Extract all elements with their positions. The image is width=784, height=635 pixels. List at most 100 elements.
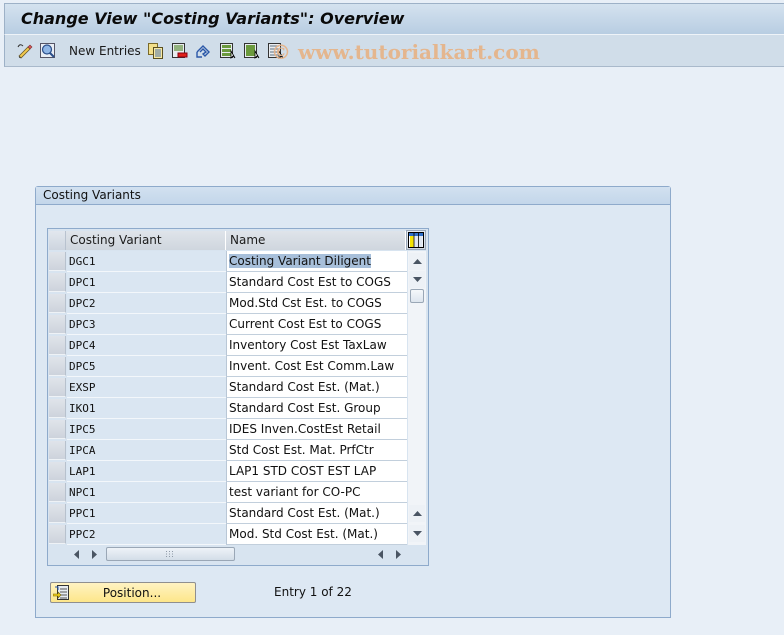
page-down-button[interactable] bbox=[409, 525, 425, 542]
costing-variant-cell: IKO1 bbox=[67, 398, 226, 419]
table-row: EXSP Standard Cost Est. (Mat.) bbox=[48, 377, 408, 398]
name-cell[interactable]: LAP1 STD COST EST LAP bbox=[226, 461, 407, 482]
application-toolbar: New Entries © www.tutorialkart.com bbox=[4, 34, 784, 67]
scroll-left-button[interactable] bbox=[68, 546, 84, 562]
arrow-down-icon bbox=[412, 531, 422, 536]
horizontal-scroll-thumb[interactable] bbox=[106, 547, 235, 561]
page-up-button[interactable] bbox=[409, 505, 425, 522]
costing-variant-cell: NPC1 bbox=[67, 482, 226, 503]
select-all-rows-button[interactable] bbox=[49, 231, 66, 250]
costing-variant-cell: DPC2 bbox=[67, 293, 226, 314]
arrow-up-icon bbox=[412, 511, 422, 516]
table-header: Costing Variant Name bbox=[48, 229, 428, 251]
row-selector[interactable] bbox=[49, 294, 66, 313]
page-title: Change View "Costing Variants": Overview bbox=[21, 9, 405, 28]
name-cell[interactable]: IDES Inven.CostEst Retail bbox=[226, 419, 407, 440]
entry-counter: Entry 1 of 22 bbox=[274, 585, 352, 599]
table-row: IPCA Std Cost Est. Mat. PrfCtr bbox=[48, 440, 408, 461]
costing-variant-cell: PPC2 bbox=[67, 524, 226, 545]
column-header-name[interactable]: Name bbox=[226, 231, 406, 250]
name-cell[interactable]: test variant for CO-PC bbox=[226, 482, 407, 503]
row-selector[interactable] bbox=[49, 399, 66, 418]
where-used-icon[interactable] bbox=[39, 42, 56, 59]
table-row: NPC1 test variant for CO-PC bbox=[48, 482, 408, 503]
costing-variant-cell: IPCA bbox=[67, 440, 226, 461]
arrow-left-icon bbox=[73, 549, 79, 559]
name-cell[interactable]: Mod. Std Cost Est. (Mat.) bbox=[226, 524, 407, 545]
row-selector[interactable] bbox=[49, 483, 66, 502]
row-selector[interactable] bbox=[49, 315, 66, 334]
row-selector[interactable] bbox=[49, 336, 66, 355]
name-scroll-right-button[interactable] bbox=[390, 546, 406, 562]
name-cell[interactable]: Standard Cost Est. (Mat.) bbox=[226, 503, 407, 524]
name-cell[interactable]: Invent. Cost Est Comm.Law bbox=[226, 356, 407, 377]
costing-variant-cell: EXSP bbox=[67, 377, 226, 398]
name-cell[interactable]: Mod.Std Cst Est. to COGS bbox=[226, 293, 407, 314]
position-button[interactable]: Position... bbox=[50, 582, 196, 603]
row-selector[interactable] bbox=[49, 252, 66, 271]
costing-variant-cell: DPC5 bbox=[67, 356, 226, 377]
arrow-up-icon bbox=[412, 259, 422, 264]
row-selector[interactable] bbox=[49, 525, 66, 544]
name-cell[interactable]: Costing Variant Diligent bbox=[226, 251, 407, 272]
row-selector[interactable] bbox=[49, 462, 66, 481]
selected-text: Costing Variant Diligent bbox=[229, 254, 371, 268]
costing-variants-group: Costing Variants Costing Variant Name DG… bbox=[35, 186, 671, 618]
select-all-icon[interactable] bbox=[219, 42, 236, 59]
row-selector[interactable] bbox=[49, 504, 66, 523]
scroll-up-button[interactable] bbox=[409, 253, 425, 270]
name-cell[interactable]: Inventory Cost Est TaxLaw bbox=[226, 335, 407, 356]
new-entries-button[interactable]: New Entries bbox=[69, 44, 141, 58]
name-cell[interactable]: Std Cost Est. Mat. PrfCtr bbox=[226, 440, 407, 461]
table-row: IKO1 Standard Cost Est. Group bbox=[48, 398, 408, 419]
name-cell[interactable]: Standard Cost Est to COGS bbox=[226, 272, 407, 293]
costing-variant-cell: PPC1 bbox=[67, 503, 226, 524]
name-cell[interactable]: Current Cost Est to COGS bbox=[226, 314, 407, 335]
table-row: DPC2 Mod.Std Cst Est. to COGS bbox=[48, 293, 408, 314]
arrow-right-icon bbox=[395, 549, 401, 559]
row-selector[interactable] bbox=[49, 357, 66, 376]
select-block-icon[interactable] bbox=[243, 42, 260, 59]
costing-variant-cell: DGC1 bbox=[67, 251, 226, 272]
table-body: DGC1 Costing Variant Diligent DPC1 Stand… bbox=[48, 251, 408, 545]
costing-variant-cell: DPC3 bbox=[67, 314, 226, 335]
grip-icon bbox=[166, 551, 173, 557]
name-scroll-left-button[interactable] bbox=[372, 546, 388, 562]
vertical-scrollbar[interactable] bbox=[408, 251, 426, 545]
display-change-icon[interactable] bbox=[16, 42, 33, 59]
title-bar: Change View "Costing Variants": Overview bbox=[4, 3, 784, 34]
arrow-right-icon bbox=[91, 549, 97, 559]
table-row: DPC4 Inventory Cost Est TaxLaw bbox=[48, 335, 408, 356]
row-selector[interactable] bbox=[49, 378, 66, 397]
group-title: Costing Variants bbox=[36, 187, 670, 205]
table-row: DPC3 Current Cost Est to COGS bbox=[48, 314, 408, 335]
arrow-down-icon bbox=[412, 277, 422, 282]
table-row: LAP1 LAP1 STD COST EST LAP bbox=[48, 461, 408, 482]
costing-variant-cell: DPC1 bbox=[67, 272, 226, 293]
copy-as-icon[interactable] bbox=[147, 42, 164, 59]
delete-icon[interactable] bbox=[171, 42, 188, 59]
costing-variant-cell: IPC5 bbox=[67, 419, 226, 440]
table-row: DPC1 Standard Cost Est to COGS bbox=[48, 272, 408, 293]
table-settings-icon[interactable] bbox=[406, 230, 426, 250]
row-selector[interactable] bbox=[49, 441, 66, 460]
horizontal-scrollbar[interactable] bbox=[66, 545, 408, 563]
name-cell[interactable]: Standard Cost Est. (Mat.) bbox=[226, 377, 407, 398]
costing-variants-table: Costing Variant Name DGC1 Costing Varian… bbox=[47, 228, 429, 566]
row-selector[interactable] bbox=[49, 420, 66, 439]
arrow-left-icon bbox=[377, 549, 383, 559]
watermark-text: © www.tutorialkart.com bbox=[271, 40, 540, 64]
table-row: DPC5 Invent. Cost Est Comm.Law bbox=[48, 356, 408, 377]
scroll-down-button[interactable] bbox=[409, 271, 425, 288]
vertical-scroll-thumb[interactable] bbox=[410, 289, 424, 303]
table-row: IPC5 IDES Inven.CostEst Retail bbox=[48, 419, 408, 440]
position-button-label: Position... bbox=[102, 586, 162, 600]
column-header-costing-variant[interactable]: Costing Variant bbox=[66, 231, 226, 250]
scroll-right-button[interactable] bbox=[86, 546, 102, 562]
table-row: PPC2 Mod. Std Cost Est. (Mat.) bbox=[48, 524, 408, 545]
row-selector[interactable] bbox=[49, 273, 66, 292]
costing-variant-cell: DPC4 bbox=[67, 335, 226, 356]
table-row: PPC1 Standard Cost Est. (Mat.) bbox=[48, 503, 408, 524]
name-cell[interactable]: Standard Cost Est. Group bbox=[226, 398, 407, 419]
undo-change-icon[interactable] bbox=[195, 42, 212, 59]
